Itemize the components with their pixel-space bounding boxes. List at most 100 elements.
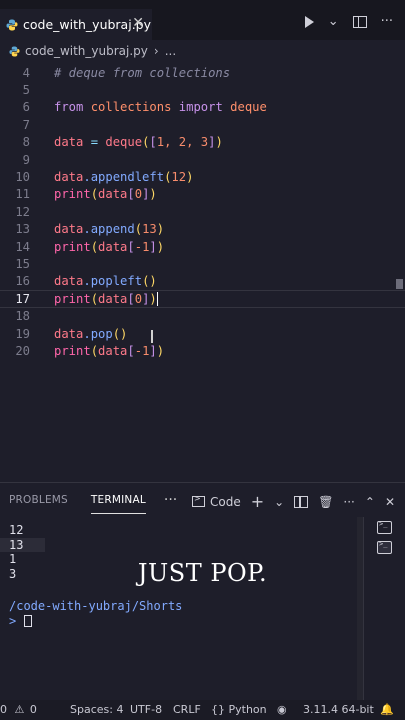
minimap-slider[interactable] (396, 279, 403, 289)
prompt-path: /code-with-yubraj/Shorts (9, 599, 183, 613)
language-status[interactable]: {} Python (211, 703, 267, 716)
tab-terminal[interactable]: TERMINAL (90, 494, 146, 514)
run-icon[interactable] (304, 15, 314, 28)
output-line: 12 (9, 523, 24, 537)
code-line: 12 (0, 203, 405, 220)
close-icon[interactable]: ✕ (385, 495, 395, 509)
current-code-line: 17 print(data[0]) (0, 290, 405, 308)
line-number: 4 (22, 65, 30, 80)
editor-actions: ⌄ ··· (304, 14, 405, 29)
mouse-cursor-icon (151, 330, 153, 343)
line-number: 16 (15, 274, 30, 289)
status-bar: 0 ⚠ 0 Spaces: 4 UTF-8 CRLF {} Python ◉ 3… (0, 700, 405, 720)
warning-count: 0 (29, 703, 37, 716)
code-line: 5 (0, 81, 405, 98)
terminal-cursor (24, 615, 33, 627)
more-icon[interactable]: ··· (164, 492, 177, 508)
variable: data (54, 274, 84, 289)
close-icon[interactable]: ✕ (132, 15, 144, 31)
builtin-print: print (54, 344, 91, 359)
split-terminal-icon[interactable] (294, 495, 309, 508)
terminal-selector[interactable]: Code (191, 494, 241, 509)
method-name: .appendleft (83, 170, 165, 185)
more-actions-icon[interactable]: ··· (381, 14, 393, 29)
variable: data (54, 326, 84, 341)
operator: = (83, 135, 106, 150)
add-icon[interactable]: + (251, 492, 264, 511)
prompt-symbol: > (9, 614, 17, 628)
code-line: 10 data.appendleft(12) (0, 168, 405, 185)
terminal-icon[interactable] (377, 520, 392, 534)
chevron-up-icon[interactable]: ⌃ (365, 495, 375, 509)
method-name: .append (83, 222, 135, 237)
tab-code-with-yubraj[interactable]: code_with_yubraj.py ✕ (0, 9, 152, 40)
line-number: 6 (22, 100, 30, 115)
code-line: 6 from collections import deque (0, 99, 405, 116)
line-number: 17 (15, 291, 30, 306)
encoding-status[interactable]: UTF-8 (130, 703, 162, 716)
builtin-print: print (54, 239, 91, 254)
line-number: 8 (22, 135, 30, 150)
line-number: 11 (15, 187, 30, 202)
breadcrumb-file[interactable]: code_with_yubraj.py (25, 44, 148, 58)
code-line: 9 (0, 151, 405, 168)
output-line: 13 (0, 537, 45, 553)
line-number: 7 (22, 117, 30, 132)
line-number: 19 (15, 326, 30, 341)
code-line: 7 (0, 116, 405, 133)
problems-indicator[interactable]: 0 ⚠ 0 (0, 703, 37, 716)
code-line: 16 data.popleft() (0, 273, 405, 290)
code-line: 20 print(data[-1]) (0, 342, 405, 359)
panel-actions: Code + ⌄ 🗑 ··· ⌃ ✕ (191, 492, 395, 511)
builtin-print: print (54, 187, 91, 202)
number: 12 (171, 170, 187, 185)
indentation-status[interactable]: Spaces: 4 (70, 703, 123, 716)
keyword: from (54, 100, 84, 115)
copilot-icon[interactable]: ◉ (277, 703, 287, 716)
warning-icon: ⚠ (14, 703, 25, 716)
variable: data (54, 222, 84, 237)
video-caption: JUST POP. (137, 559, 268, 587)
builtin-print: print (54, 291, 91, 306)
method-name: .popleft (83, 274, 143, 289)
chevron-down-icon[interactable]: ⌄ (274, 495, 284, 509)
index: -1 (134, 239, 150, 254)
variable: data (98, 291, 128, 306)
line-number: 13 (15, 222, 30, 237)
error-count: 0 (0, 703, 7, 716)
line-number: 20 (15, 344, 30, 359)
breadcrumb-separator: › (153, 44, 159, 58)
code-line: 13 data.append(13) (0, 221, 405, 238)
code-line: 4 # deque from collections (0, 64, 405, 81)
function-name: deque (105, 135, 143, 150)
code-editor[interactable]: 4 # deque from collections 5 6 from collec… (0, 62, 405, 482)
code-line: 14 print(data[-1]) (0, 238, 405, 255)
terminal-list (363, 517, 405, 701)
code-line: 18 (0, 308, 405, 325)
more-icon[interactable]: ··· (343, 495, 354, 509)
method-name: .pop (83, 326, 113, 341)
terminal-name: Code (209, 494, 241, 509)
line-number: 10 (15, 170, 30, 185)
python-file-icon (6, 19, 18, 30)
line-number: 5 (22, 83, 30, 98)
variable: data (98, 344, 128, 359)
breadcrumb-more[interactable]: ... (165, 44, 176, 58)
index: 0 (134, 187, 143, 202)
index: 0 (134, 291, 143, 306)
text-cursor (156, 292, 159, 307)
variable: data (54, 170, 84, 185)
chevron-down-icon[interactable]: ⌄ (328, 14, 339, 29)
eol-status[interactable]: CRLF (173, 703, 201, 716)
keyword: import (178, 100, 223, 115)
tab-problems[interactable]: PROBLEMS (9, 494, 68, 506)
terminal-icon[interactable] (377, 540, 392, 554)
variable: data (54, 135, 84, 150)
trash-icon[interactable]: 🗑 (318, 495, 333, 509)
list-literal: 1, 2, 3 (156, 135, 209, 150)
bell-icon[interactable]: 🔔 (380, 703, 394, 716)
interpreter-status[interactable]: 3.11.4 64-bit (303, 703, 374, 716)
comment: # deque from collections (54, 65, 231, 80)
terminal-prompt[interactable]: > (9, 614, 33, 628)
split-editor-icon[interactable] (352, 15, 367, 28)
